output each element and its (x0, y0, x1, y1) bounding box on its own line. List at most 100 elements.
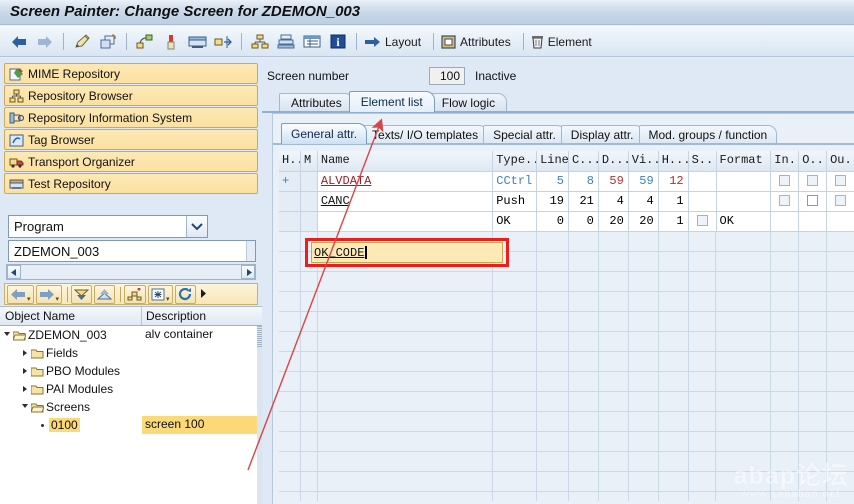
tab-special-attr[interactable]: Special attr. (483, 125, 566, 144)
cell-line[interactable] (537, 412, 569, 432)
table-row[interactable] (279, 332, 854, 352)
screen-number-input[interactable]: 100 (429, 67, 465, 85)
cell-s[interactable] (688, 232, 717, 252)
cell-line[interactable] (537, 392, 569, 412)
table-row[interactable] (279, 392, 854, 412)
cell-vis-length[interactable] (629, 492, 659, 501)
cell-o-checkbox[interactable] (799, 212, 828, 232)
tree-row[interactable]: Fields (0, 344, 262, 362)
cell-line[interactable] (537, 272, 569, 292)
tree-twisty-icon[interactable] (18, 368, 31, 374)
cell-height[interactable] (658, 392, 689, 412)
cell-m[interactable] (300, 292, 318, 312)
filter-button[interactable]: ▾ (148, 284, 173, 304)
row-expand-icon[interactable]: + (279, 172, 301, 192)
cell-output[interactable] (827, 252, 854, 272)
cell-m[interactable] (300, 312, 318, 332)
cell-vis-length[interactable] (628, 472, 659, 492)
cell-h[interactable] (279, 232, 301, 252)
cell-output[interactable] (827, 272, 854, 292)
cell-column[interactable] (568, 392, 599, 412)
cell-vis-length[interactable]: 59 (628, 172, 659, 192)
attributes-button[interactable]: Attributes (439, 30, 518, 54)
cell-m[interactable] (300, 192, 318, 212)
cell-def-length[interactable] (598, 252, 629, 272)
cell-h[interactable] (279, 412, 301, 432)
cell-def-length[interactable] (598, 412, 629, 432)
cell-h[interactable] (279, 372, 301, 392)
cell-h[interactable] (279, 252, 301, 272)
cell-format[interactable] (716, 332, 772, 352)
cell-h[interactable] (279, 292, 301, 312)
cell-input-checkbox[interactable] (771, 212, 800, 232)
cell-line[interactable]: 5 (537, 172, 569, 192)
list-icon[interactable] (300, 30, 324, 54)
tree-column-object-name[interactable]: Object Name (0, 307, 142, 325)
cell-column[interactable]: 21 (568, 192, 599, 212)
cell-vis-length[interactable] (628, 292, 659, 312)
cell-def-length[interactable] (598, 332, 629, 352)
column-header-h[interactable]: H.. (279, 151, 301, 172)
cell-def-length[interactable] (598, 452, 629, 472)
cell-m[interactable] (300, 172, 318, 192)
cell-s[interactable] (688, 252, 717, 272)
cell-m[interactable] (300, 332, 318, 352)
cell-def-length[interactable] (599, 492, 629, 501)
table-row[interactable] (279, 412, 854, 432)
cell-h[interactable] (279, 392, 301, 412)
tree-back-button[interactable]: ▾ (7, 284, 34, 304)
cell-input[interactable] (771, 432, 800, 452)
column-header-format[interactable]: Format (716, 151, 772, 172)
cell-column[interactable] (569, 492, 599, 501)
cell-type[interactable] (493, 432, 538, 452)
cell-o[interactable] (799, 312, 828, 332)
table-row[interactable] (279, 372, 854, 392)
cell-m[interactable] (300, 352, 318, 372)
sidebar-item-tag-browser[interactable]: Tag Browser (4, 129, 258, 150)
cell-height[interactable] (658, 292, 689, 312)
cell-s[interactable] (688, 432, 717, 452)
cell-height[interactable]: 1 (658, 192, 689, 212)
cell-column[interactable]: 0 (568, 212, 599, 232)
cell-input-checkbox[interactable] (771, 172, 800, 192)
cell-height[interactable] (658, 332, 689, 352)
cell-s[interactable] (688, 352, 717, 372)
cell-input[interactable] (771, 232, 800, 252)
tab-texts-io-templates[interactable]: Texts/ I/O templates (362, 125, 489, 144)
cell-o[interactable] (799, 252, 828, 272)
cell-output[interactable] (827, 232, 854, 252)
column-header-o[interactable]: O... (799, 151, 828, 172)
cell-type[interactable] (493, 472, 538, 492)
cell-name[interactable] (317, 332, 494, 352)
cell-o[interactable] (799, 372, 828, 392)
cell-output[interactable] (827, 332, 854, 352)
cell-vis-length[interactable] (628, 272, 659, 292)
cell-column[interactable] (568, 372, 599, 392)
cell-name[interactable] (317, 272, 494, 292)
layout-button[interactable]: Layout (362, 30, 428, 54)
scrollbar-track[interactable] (21, 265, 241, 279)
cell-o[interactable] (799, 272, 828, 292)
copy-icon[interactable] (96, 30, 120, 54)
cell-s[interactable] (688, 332, 717, 352)
tree-row-selected-screen-0100[interactable]: 0100 screen 100 (0, 416, 262, 434)
cell-def-length[interactable] (598, 392, 629, 412)
expand-icon[interactable] (211, 30, 235, 54)
cell-column[interactable] (568, 432, 599, 452)
tree-twisty-icon[interactable] (18, 386, 31, 392)
cell-type[interactable] (493, 352, 538, 372)
cell-height[interactable] (658, 372, 689, 392)
cell-type[interactable] (493, 412, 538, 432)
cell-height[interactable] (658, 452, 689, 472)
cell-height[interactable] (658, 312, 689, 332)
cell-input[interactable] (771, 352, 800, 372)
table-row[interactable] (279, 352, 854, 372)
tree-row[interactable]: Screens (0, 398, 262, 416)
cell-height[interactable] (658, 252, 689, 272)
scroll-right-icon[interactable] (241, 265, 255, 279)
cell-output-checkbox[interactable] (827, 212, 854, 232)
cell-o-checkbox[interactable] (799, 172, 828, 192)
cell-format[interactable] (716, 412, 772, 432)
cell-def-length[interactable] (598, 312, 629, 332)
cell-h[interactable] (279, 212, 301, 232)
